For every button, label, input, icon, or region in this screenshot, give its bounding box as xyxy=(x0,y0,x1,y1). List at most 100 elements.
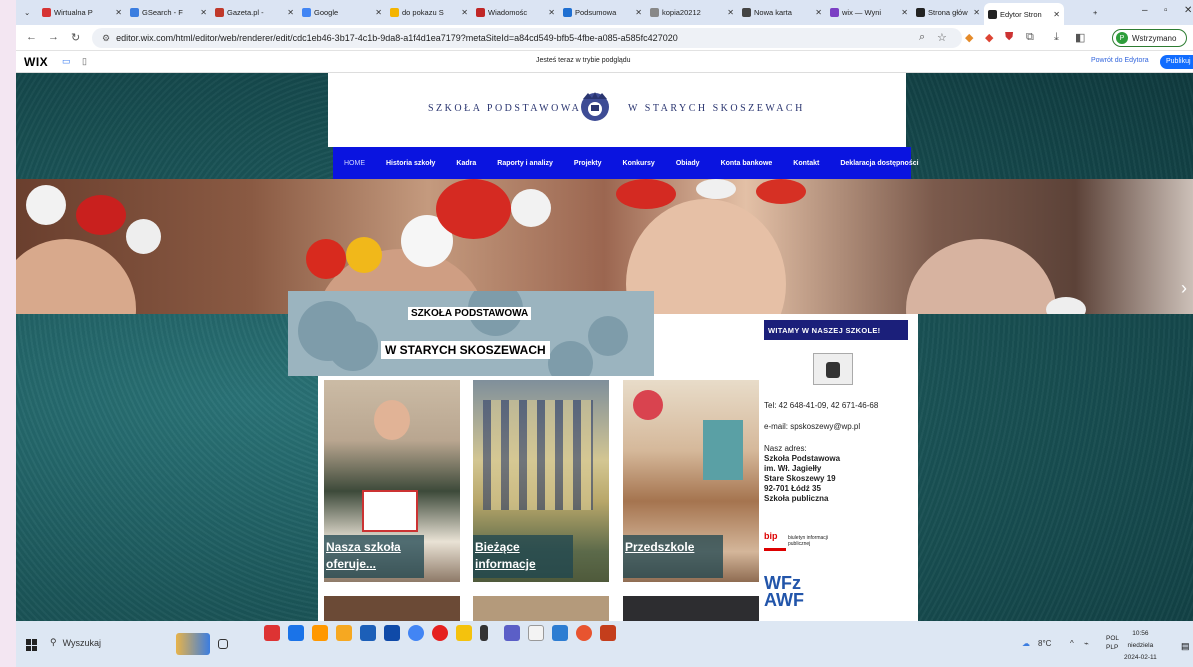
tab-close-icon[interactable]: ✕ xyxy=(815,8,822,17)
url-bar[interactable]: ⚙ editor.wix.com/html/editor/web/rendere… xyxy=(92,28,962,48)
tab-close-icon[interactable]: ✕ xyxy=(973,8,980,17)
shield-icon[interactable]: ⛊ xyxy=(1005,31,1013,44)
zoom-icon[interactable]: ⌕ xyxy=(919,31,925,44)
app-icon-yellow[interactable] xyxy=(456,625,472,641)
tab-close-icon[interactable]: ✕ xyxy=(200,8,207,17)
card-partial[interactable] xyxy=(623,596,759,621)
menu-item[interactable]: Raporty i analizy xyxy=(497,160,553,167)
tab-favicon-icon xyxy=(650,8,659,17)
forward-icon[interactable]: → xyxy=(48,31,59,43)
windows-start-icon[interactable] xyxy=(26,639,38,651)
extensions-puzzle-icon[interactable]: ⧉ xyxy=(1026,31,1034,44)
tab-close-icon[interactable]: ✕ xyxy=(635,8,642,17)
tab-close-icon[interactable]: ✕ xyxy=(727,8,734,17)
back-icon[interactable]: ← xyxy=(26,31,37,43)
extension-icon-2[interactable]: ◆ xyxy=(985,31,993,44)
close-window-button[interactable]: ✕ xyxy=(1184,5,1192,16)
mail-icon[interactable] xyxy=(360,625,376,641)
back-to-editor-link[interactable]: Powrót do Edytora xyxy=(1091,57,1149,64)
menu-item[interactable]: Deklaracja dostępności xyxy=(840,160,918,167)
taskbar-clock[interactable]: 10:56 niedziela 2024-02-11 xyxy=(1124,628,1157,664)
browser-tab[interactable]: GSearch - F ✕ xyxy=(126,3,211,22)
bip-logo[interactable]: bip biuletyn informacji publicznej xyxy=(764,531,838,551)
tab-close-icon[interactable]: ✕ xyxy=(115,8,122,17)
menu-item[interactable]: Kadra xyxy=(456,160,476,167)
browser-tab[interactable]: kopia20212 ✕ xyxy=(646,3,738,22)
card-caption[interactable]: Bieżące informacje xyxy=(473,535,573,578)
tab-favicon-icon xyxy=(742,8,751,17)
tab-close-icon[interactable]: ✕ xyxy=(287,8,294,17)
slider-next-arrow-icon[interactable]: › xyxy=(1181,278,1187,299)
powerpoint-icon[interactable] xyxy=(600,625,616,641)
chrome-icon[interactable] xyxy=(408,625,424,641)
school-logo-thumbnail[interactable] xyxy=(813,353,853,385)
file-explorer-icon[interactable] xyxy=(336,625,352,641)
browser-tab[interactable]: Google ✕ xyxy=(298,3,386,22)
browser-tab[interactable]: Gazeta.pl - ✕ xyxy=(211,3,298,22)
app-icon-figure[interactable] xyxy=(480,625,488,641)
profile-button[interactable]: P Wstrzymano xyxy=(1112,29,1187,47)
language-indicator[interactable]: POL PLP xyxy=(1106,634,1119,652)
card-our-school[interactable]: Nasza szkoła oferuje... xyxy=(324,380,460,582)
bookmark-star-icon[interactable]: ☆ xyxy=(937,31,947,44)
browser-tab[interactable]: Podsumowa ✕ xyxy=(559,3,646,22)
browser-tab[interactable]: wix — Wyni ✕ xyxy=(826,3,912,22)
network-icon[interactable]: ⌁ xyxy=(1084,639,1089,648)
card-caption[interactable]: Przedszkole xyxy=(623,535,723,578)
weather-icon[interactable]: ☁ xyxy=(1022,639,1030,648)
app-icon-blue[interactable] xyxy=(288,625,304,641)
notifications-icon[interactable]: ▤ xyxy=(1181,641,1190,652)
tab-favicon-icon xyxy=(830,8,839,17)
browser-tab[interactable]: Strona głów ✕ xyxy=(912,3,984,22)
teams-icon[interactable] xyxy=(504,625,520,641)
app-icon-red[interactable] xyxy=(264,625,280,641)
extension-icon[interactable]: ◆ xyxy=(965,31,973,44)
notepad-icon[interactable] xyxy=(528,625,544,641)
publish-button[interactable]: Publikuj xyxy=(1160,55,1193,69)
browser-tab[interactable]: Edytor Stron ✕ xyxy=(984,3,1064,25)
opera-icon[interactable] xyxy=(432,625,448,641)
tab-close-icon[interactable]: ✕ xyxy=(1053,10,1060,19)
menu-item[interactable]: HOME xyxy=(344,160,365,167)
card-preschool[interactable]: Przedszkole xyxy=(623,380,759,582)
tab-close-icon[interactable]: ✕ xyxy=(901,8,908,17)
menu-item[interactable]: Projekty xyxy=(574,160,602,167)
site-info-icon[interactable]: ⚙ xyxy=(102,33,110,44)
menu-item[interactable]: Konta bankowe xyxy=(721,160,773,167)
widgets-icon[interactable] xyxy=(176,633,210,655)
photo-flower xyxy=(26,185,66,225)
app-icon-circle[interactable] xyxy=(576,625,592,641)
tray-chevron-icon[interactable]: ^ xyxy=(1070,639,1074,648)
minimize-button[interactable]: – xyxy=(1142,5,1148,16)
card-partial[interactable] xyxy=(473,596,609,621)
photos-icon[interactable] xyxy=(552,625,568,641)
new-tab-button[interactable]: + xyxy=(1089,3,1101,22)
browser-tab[interactable]: Wirtualna P ✕ xyxy=(38,3,126,22)
menu-item[interactable]: Obiady xyxy=(676,160,700,167)
menu-item[interactable]: Historia szkoły xyxy=(386,160,435,167)
taskbar-search[interactable]: ⚲ Wyszukaj xyxy=(50,637,101,648)
menu-item[interactable]: Konkursy xyxy=(623,160,655,167)
menu-item[interactable]: Kontakt xyxy=(793,160,819,167)
card-partial[interactable] xyxy=(324,596,460,621)
app-icon-orange[interactable] xyxy=(312,625,328,641)
browser-tab[interactable]: Nowa karta ✕ xyxy=(738,3,826,22)
browser-tab[interactable]: Wiadomośc ✕ xyxy=(472,3,559,22)
wfz-awf-logo[interactable]: WFz AWF xyxy=(764,574,804,609)
desktop-view-icon[interactable]: ▭ xyxy=(62,56,71,67)
maximize-button[interactable]: ▫ xyxy=(1164,5,1168,16)
sidepanel-icon[interactable]: ◧ xyxy=(1075,31,1085,44)
card-caption[interactable]: Nasza szkoła oferuje... xyxy=(324,535,424,578)
mobile-view-icon[interactable]: ▯ xyxy=(82,56,87,67)
tab-close-icon[interactable]: ✕ xyxy=(461,8,468,17)
tab-list-button[interactable]: ⌄ xyxy=(20,3,30,22)
reload-icon[interactable]: ↻ xyxy=(71,31,80,44)
card-current-news[interactable]: Bieżące informacje xyxy=(473,380,609,582)
download-icon[interactable]: ⤓ xyxy=(1054,31,1059,44)
browser-tab[interactable]: do pokazu S ✕ xyxy=(386,3,472,22)
task-view-icon[interactable] xyxy=(218,639,228,649)
tab-close-icon[interactable]: ✕ xyxy=(548,8,555,17)
store-icon[interactable] xyxy=(384,625,400,641)
address-line: Szkoła Podstawowa xyxy=(764,454,841,463)
tab-close-icon[interactable]: ✕ xyxy=(375,8,382,17)
